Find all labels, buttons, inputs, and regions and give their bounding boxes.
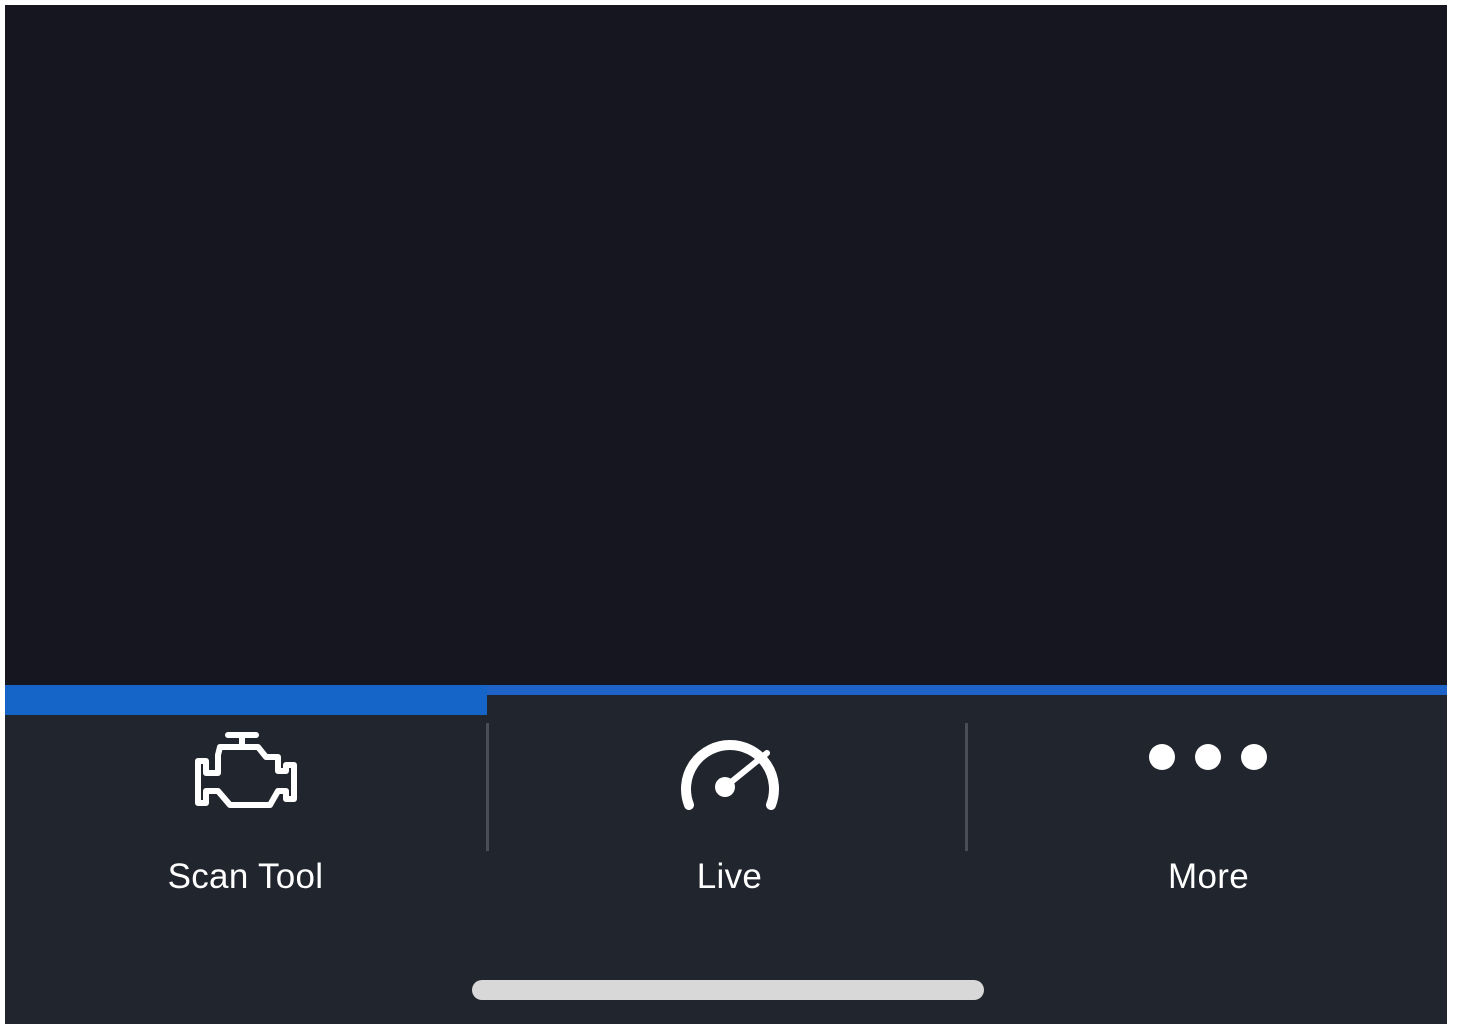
check-engine-icon — [186, 727, 306, 832]
tab-label-scan-tool: Scan Tool — [167, 857, 324, 896]
active-tab-indicator — [5, 685, 487, 715]
main-content-area — [5, 5, 1447, 685]
bottom-tab-bar: Scan Tool Live More — [5, 685, 1447, 1024]
tab-label-more: More — [1168, 857, 1249, 896]
tab-live[interactable]: Live — [489, 715, 970, 915]
tab-scan-tool[interactable]: Scan Tool — [5, 715, 486, 915]
speedometer-icon — [675, 727, 785, 832]
more-dots-icon — [1144, 727, 1274, 832]
home-indicator-bar[interactable] — [472, 980, 984, 1000]
app-screen: Scan Tool Live More — [5, 5, 1447, 1024]
tab-more[interactable]: More — [968, 715, 1447, 915]
tab-label-live: Live — [696, 857, 763, 896]
